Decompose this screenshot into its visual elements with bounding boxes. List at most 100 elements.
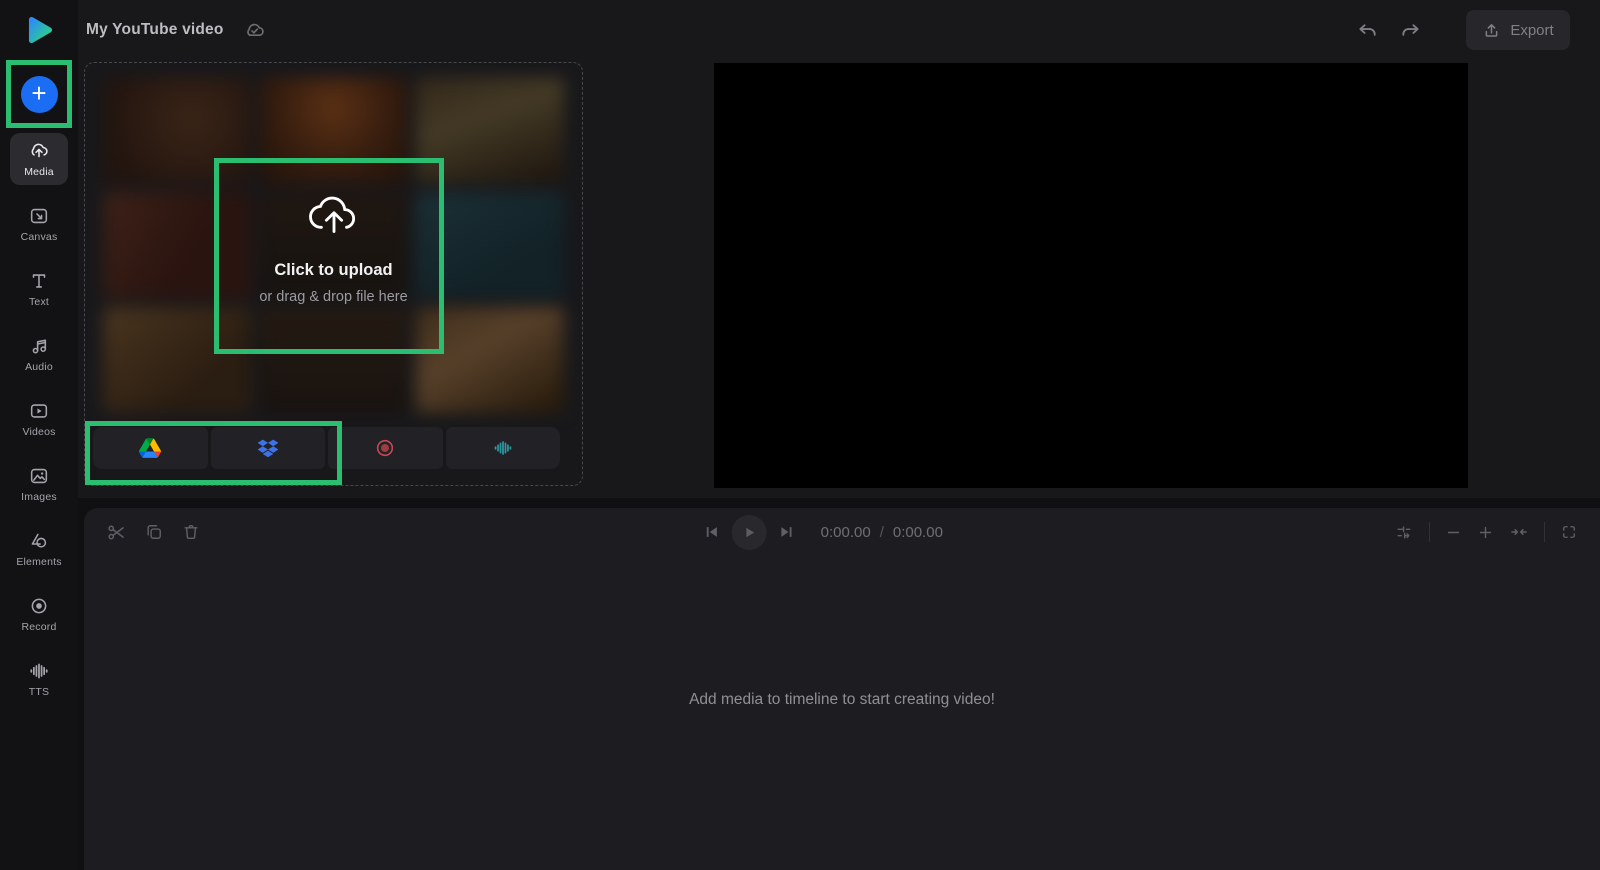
sidebar-item-label: Audio — [25, 361, 53, 373]
sidebar-item-label: Text — [28, 296, 50, 308]
dropbox-icon — [257, 439, 279, 458]
zoom-fit-icon — [1511, 529, 1527, 535]
media-thumbnail[interactable] — [416, 307, 564, 413]
zoom-out-button[interactable] — [1445, 524, 1462, 541]
timeline-view-tools — [1395, 522, 1578, 542]
plus-zoom-icon — [1479, 526, 1492, 538]
sidebar-item-canvas[interactable]: Canvas — [10, 198, 68, 250]
playback-controls: 0:00.00 / 0:00.00 — [703, 514, 943, 550]
export-label: Export — [1510, 21, 1554, 39]
audio-waveform-button[interactable] — [445, 427, 560, 469]
timeline-region: 0:00.00 / 0:00.00 Add media to timeline … — [78, 498, 1600, 870]
play-icon — [746, 527, 755, 537]
export-button[interactable]: Export — [1466, 10, 1570, 50]
sidebar-item-label: Elements — [16, 556, 62, 568]
current-time: 0:00.00 — [820, 523, 871, 541]
media-thumbnail[interactable] — [416, 77, 564, 183]
delete-button[interactable] — [181, 522, 201, 542]
skip-start-icon — [706, 527, 717, 537]
upload-subtitle: or drag & drop file here — [259, 289, 408, 305]
sidebar-item-elements[interactable]: Elements — [10, 523, 68, 575]
scissors-icon — [108, 525, 124, 539]
elements-icon — [31, 533, 47, 548]
sidebar: + Media Canvas Text Audio Videos Images … — [0, 0, 78, 870]
sidebar-item-label: TTS — [28, 686, 50, 698]
sidebar-item-tts[interactable]: TTS — [10, 653, 68, 705]
skip-to-end-button[interactable] — [778, 523, 796, 541]
record-red-icon — [377, 439, 394, 457]
google-drive-icon — [139, 438, 162, 458]
sidebar-item-record[interactable]: Record — [10, 588, 68, 640]
sidebar-item-media[interactable]: Media — [10, 133, 68, 185]
sidebar-nav: Media Canvas Text Audio Videos Images El… — [10, 133, 68, 705]
sidebar-item-label: Images — [21, 491, 57, 503]
track-settings-button[interactable] — [1395, 523, 1414, 542]
split-button[interactable] — [106, 522, 127, 543]
media-thumbnail[interactable] — [103, 77, 251, 183]
redo-button[interactable] — [1399, 19, 1422, 42]
total-time: 0:00.00 — [892, 523, 943, 541]
google-drive-button[interactable] — [93, 427, 208, 469]
sidebar-item-images[interactable]: Images — [10, 458, 68, 510]
sidebar-item-label: Record — [21, 621, 57, 633]
dropbox-button[interactable] — [210, 427, 325, 469]
upload-title: Click to upload — [274, 261, 393, 279]
zoom-to-fit-button[interactable] — [1509, 522, 1529, 542]
timeline-empty-state: Add media to timeline to start creating … — [84, 556, 1600, 870]
copy-icon — [147, 525, 161, 539]
media-thumbnail[interactable] — [259, 77, 408, 183]
sidebar-item-label: Canvas — [20, 231, 58, 243]
fullscreen-button[interactable] — [1560, 523, 1578, 541]
import-source-row — [93, 427, 560, 469]
sidebar-item-label: Videos — [22, 426, 56, 438]
trash-icon — [184, 525, 198, 540]
skip-to-start-button[interactable] — [703, 523, 721, 541]
zoom-in-button[interactable] — [1477, 524, 1494, 541]
add-media-button[interactable]: + — [20, 75, 58, 113]
export-upload-icon — [1485, 23, 1498, 37]
text-icon — [32, 274, 46, 288]
undo-button[interactable] — [1356, 19, 1379, 42]
app-logo[interactable] — [21, 10, 57, 50]
media-upload-panel[interactable]: Click to upload or drag & drop file here — [84, 62, 583, 486]
waveform-icon — [30, 663, 48, 679]
play-button[interactable] — [731, 514, 767, 550]
divider — [1544, 522, 1545, 542]
cloud-upload-icon — [31, 143, 48, 158]
clip-tools — [106, 522, 201, 543]
time-display: 0:00.00 / 0:00.00 — [821, 524, 943, 541]
project-title[interactable]: My YouTube video — [86, 21, 224, 39]
minus-icon — [1447, 531, 1460, 533]
timeline-panel: 0:00.00 / 0:00.00 Add media to timeline … — [84, 508, 1600, 870]
audio-note-icon — [32, 339, 47, 354]
sidebar-item-audio[interactable]: Audio — [10, 328, 68, 380]
video-icon — [30, 404, 48, 418]
teal-waveform-icon — [494, 441, 512, 455]
timeline-toolbar: 0:00.00 / 0:00.00 — [84, 508, 1600, 556]
cloud-saved-icon — [242, 18, 267, 43]
topbar: My YouTube video Export — [78, 0, 1600, 60]
divider — [1429, 522, 1430, 542]
duplicate-button[interactable] — [144, 522, 164, 542]
skip-end-icon — [781, 527, 792, 537]
sidebar-item-text[interactable]: Text — [10, 263, 68, 315]
fullscreen-icon — [1563, 526, 1575, 538]
sidebar-item-label: Media — [24, 166, 54, 178]
record-icon — [31, 598, 47, 614]
annotation-box-add-media: + — [6, 60, 72, 128]
track-settings-icon — [1397, 525, 1411, 539]
screen-record-button[interactable] — [328, 427, 443, 469]
image-icon — [30, 468, 48, 484]
time-separator: / — [879, 523, 884, 541]
video-preview[interactable] — [714, 63, 1468, 488]
plus-icon: + — [31, 78, 47, 108]
upload-cloud-icon — [308, 196, 355, 233]
click-to-upload-zone[interactable]: Click to upload or drag & drop file here — [85, 191, 582, 305]
media-thumbnail[interactable] — [103, 307, 251, 413]
topbar-actions: Export — [1356, 10, 1570, 50]
media-thumbnail[interactable] — [259, 307, 408, 413]
timeline-empty-message: Add media to timeline to start creating … — [689, 691, 995, 708]
canvas-icon — [30, 208, 48, 224]
sidebar-item-videos[interactable]: Videos — [10, 393, 68, 445]
play-logo-icon — [28, 16, 53, 44]
